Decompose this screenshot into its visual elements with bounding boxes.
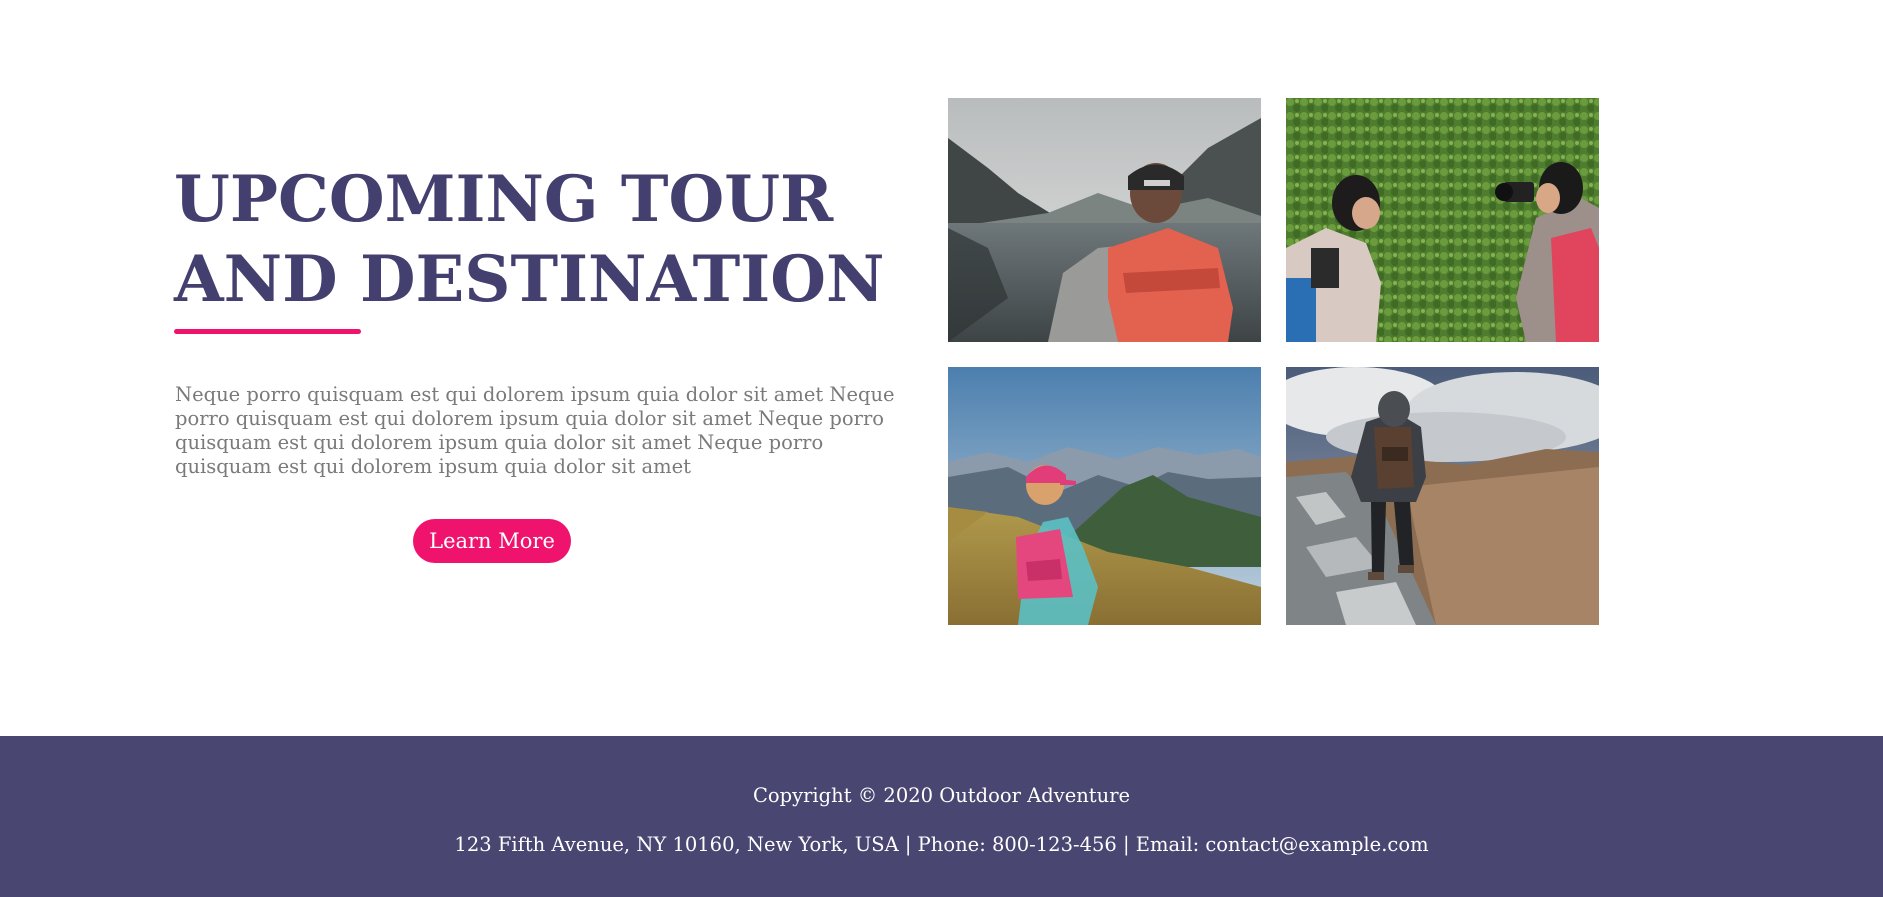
upcoming-tour-section: UPCOMING TOUR AND DESTINATION Neque porr…	[0, 0, 1883, 736]
learn-more-button[interactable]: Learn More	[413, 519, 571, 563]
footer-contact-info: 123 Fifth Avenue, NY 10160, New York, US…	[454, 833, 1429, 856]
site-footer: Copyright © 2020 Outdoor Adventure 123 F…	[0, 736, 1883, 897]
gallery-photo-photographers	[1286, 98, 1599, 342]
footer-copyright: Copyright © 2020 Outdoor Adventure	[752, 784, 1131, 807]
section-heading: UPCOMING TOUR AND DESTINATION	[174, 162, 885, 317]
heading-underline	[174, 329, 361, 334]
gallery-photo-child-mountains	[948, 367, 1261, 625]
gallery-photo-lake-hiker	[948, 98, 1261, 342]
section-description: Neque porro quisquam est qui dolorem ips…	[175, 383, 895, 478]
gallery-photo-rocky-ridge	[1286, 367, 1599, 625]
